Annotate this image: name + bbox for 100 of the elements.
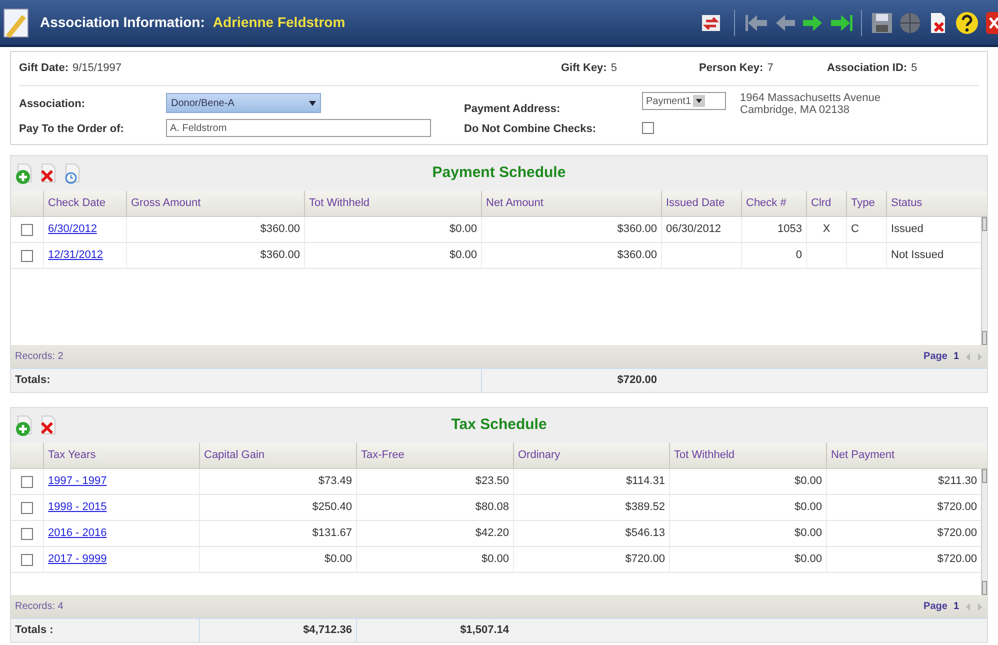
table-cell-text: $250.40 [312, 500, 352, 516]
table-cell-text: $360.00 [260, 222, 300, 238]
checkbox[interactable] [21, 224, 33, 236]
checkbox[interactable] [21, 528, 33, 540]
last-record-icon[interactable] [829, 12, 853, 32]
table-cell-text: $0.00 [324, 552, 352, 568]
field-label: Pay To the Order of: [19, 123, 124, 135]
column-header[interactable]: Tot Withheld [309, 195, 370, 212]
table-cell-text: Issued [891, 222, 924, 238]
person-name: Adrienne Feldstrom [212, 13, 346, 32]
records-count: Records: 2 [15, 350, 64, 364]
checkbox[interactable] [21, 250, 33, 262]
date-link[interactable]: 2016 - 2016 [48, 525, 107, 542]
column-header[interactable]: Tot Withheld [674, 447, 735, 464]
table-cell-text: $80.08 [475, 500, 509, 516]
records-count: Records: 4 [15, 600, 64, 614]
table-cell-text: $0.00 [794, 500, 822, 516]
checkbox[interactable] [21, 554, 33, 566]
table-cell-text: $360.00 [617, 222, 657, 238]
field-label: Gift Key: [561, 61, 607, 76]
date-link[interactable]: 12/31/2012 [48, 247, 104, 264]
column-header[interactable]: Net Payment [831, 447, 895, 464]
table-cell-text: $0.00 [449, 248, 477, 264]
field-label: Association ID: [827, 61, 908, 76]
column-header[interactable]: Ordinary [518, 447, 560, 464]
page-label: Page [924, 600, 948, 614]
field-value: 5 [911, 61, 918, 76]
date-link[interactable]: 1998 - 2015 [48, 499, 107, 516]
table-cell-text: $211.30 [938, 474, 977, 490]
field-label: Payment Address: [464, 103, 560, 115]
checkbox[interactable] [642, 122, 654, 134]
field-label: Person Key: [699, 61, 764, 76]
date-link[interactable]: 6/30/2012 [48, 221, 97, 238]
table-cell-text: $73.49 [318, 474, 352, 490]
caret-icon [693, 95, 706, 107]
window-title: Association Information: [40, 13, 205, 32]
table-cell-text: 06/30/2012 [666, 222, 722, 238]
field-value: 5 [610, 61, 617, 76]
first-record-icon[interactable] [745, 12, 769, 32]
table-cell-text: Not Issued [891, 248, 944, 264]
table-cell-text: $720.00 [937, 526, 977, 542]
table-cell-text: $720.00 [937, 500, 977, 516]
table-cell-text: $0.00 [481, 552, 509, 568]
total-amount: $720.00 [617, 373, 657, 388]
table-cell-text: $0.00 [449, 222, 477, 238]
page-number[interactable]: 1 [953, 599, 959, 614]
field-label: Association: [19, 98, 86, 110]
address-line: Cambridge, MA 02138 [740, 104, 850, 116]
field-label: Gift Date: [19, 61, 68, 76]
column-header[interactable]: Type [851, 195, 875, 212]
checkbox[interactable] [21, 502, 33, 514]
field-value: 7 [767, 61, 774, 76]
column-header[interactable]: Clrd [811, 195, 832, 212]
close-icon[interactable] [984, 10, 998, 36]
table-cell-text: $720.00 [937, 552, 977, 568]
field-value: 9/15/1997 [72, 61, 122, 76]
table-cell-text: $114.31 [626, 474, 665, 490]
page-label: Page [924, 350, 948, 364]
table-cell-text: C [851, 222, 859, 238]
help-icon[interactable] [954, 10, 980, 36]
column-header[interactable]: Issued Date [666, 195, 725, 212]
page-number[interactable]: 1 [953, 349, 959, 364]
date-link[interactable]: 2017 - 9999 [48, 551, 107, 568]
payment-address-dropdown[interactable]: Payment1 [642, 92, 726, 110]
table-cell-text: $360.00 [617, 248, 657, 264]
association-dropdown[interactable]: Donor/Bene-A [166, 93, 321, 113]
section-title: Payment Schedule [432, 163, 566, 184]
save-icon[interactable] [870, 10, 894, 34]
column-header[interactable]: Tax Years [48, 447, 96, 464]
table-cell-text: $0.00 [794, 552, 822, 568]
table-cell-text: $360.00 [260, 248, 300, 264]
field-label: Do Not Combine Checks: [464, 123, 596, 135]
table-cell-text: $720.00 [625, 552, 665, 568]
table-cell-text: $0.00 [794, 526, 822, 542]
column-header[interactable]: Check Date [48, 195, 106, 212]
scrollbar[interactable] [981, 217, 987, 345]
table-cell-text: 0 [796, 248, 802, 264]
column-header[interactable]: Net Amount [486, 195, 544, 212]
scrollbar[interactable] [981, 469, 987, 595]
table-cell-text: $546.13 [625, 526, 665, 542]
total-amount: $1,507.14 [460, 623, 509, 638]
column-header[interactable]: Capital Gain [204, 447, 265, 464]
table-cell-text: $42.20 [475, 526, 509, 542]
checkbox[interactable] [21, 476, 33, 488]
totals-label: Totals: [15, 373, 50, 388]
table-cell-text: 1053 [778, 222, 802, 238]
totals-label: Totals : [15, 623, 54, 638]
table-cell-text: $389.52 [625, 500, 665, 516]
table-cell-text: $23.50 [475, 474, 509, 490]
column-header[interactable]: Check # [746, 195, 786, 212]
date-link[interactable]: 1997 - 1997 [48, 473, 107, 490]
address-line: 1964 Massachusetts Avenue [740, 92, 880, 104]
column-header[interactable]: Tax-Free [361, 447, 404, 464]
total-amount: $4,712.36 [303, 623, 352, 638]
table-cell-text: $0.00 [794, 474, 822, 490]
column-header[interactable]: Gross Amount [131, 195, 201, 212]
pay-to-field[interactable]: A. Feldstrom [166, 119, 431, 137]
caret-icon [309, 100, 316, 106]
table-cell-text: $131.67 [312, 526, 352, 542]
column-header[interactable]: Status [891, 195, 922, 212]
